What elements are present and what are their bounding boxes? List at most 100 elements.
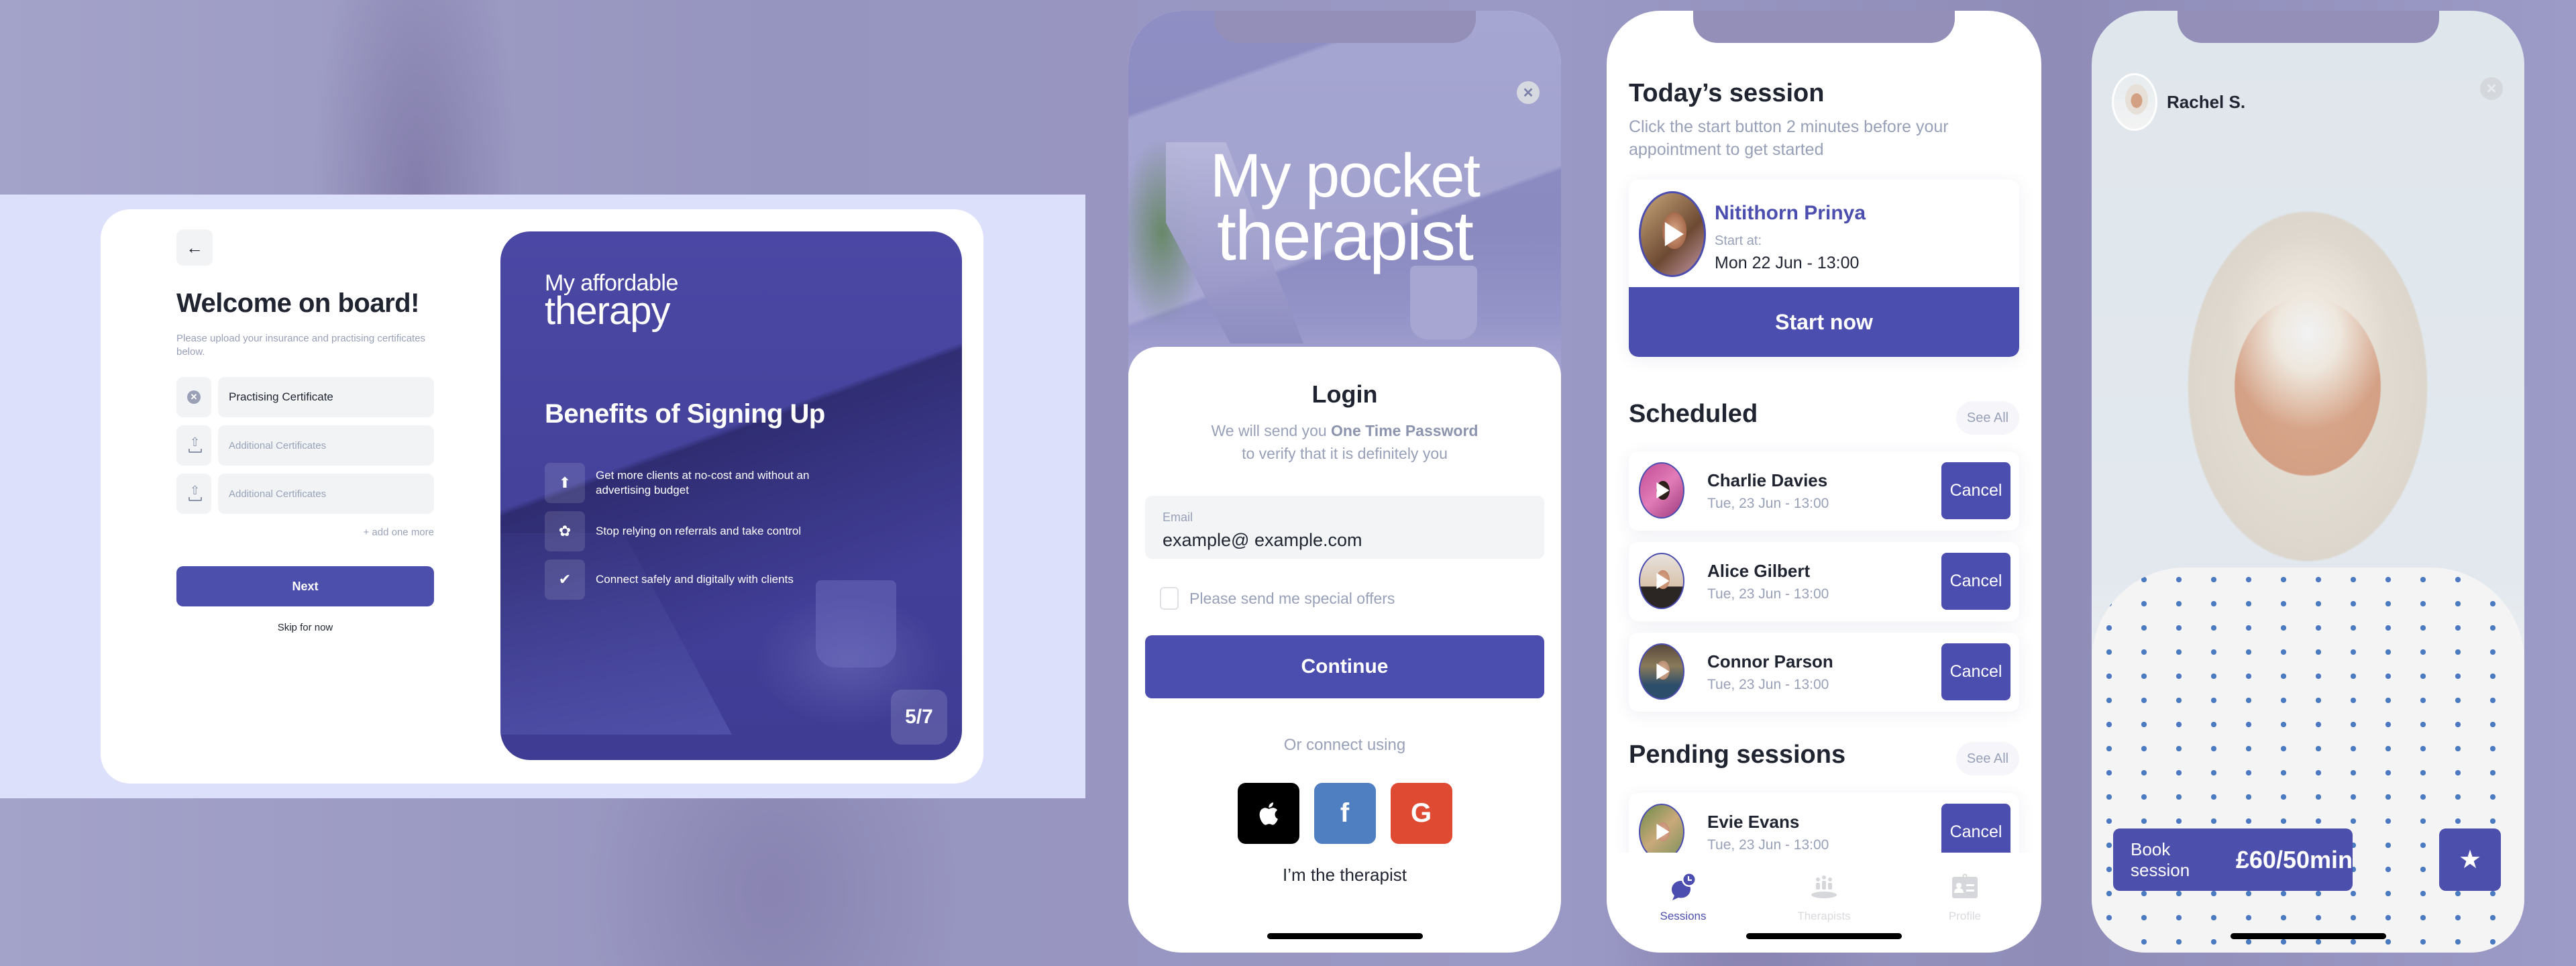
tab-therapists[interactable]: Therapists [1777, 871, 1871, 923]
email-field-container: Email [1145, 496, 1544, 559]
connect-label: Or connect using [1283, 736, 1406, 754]
apple-login-button[interactable] [1237, 783, 1299, 844]
profile-header: Rachel S. [2112, 73, 2245, 131]
close-button[interactable]: ✕ [2480, 77, 2503, 100]
cancel-button[interactable]: Cancel [1941, 643, 2010, 700]
sessions-phone: Today’s session Click the start button 2… [1607, 11, 2041, 953]
session-row: Connor Parson Tue, 23 Jun - 13:00 Cancel [1629, 633, 2019, 712]
session-time: Tue, 23 Jun - 13:00 [1707, 677, 1829, 692]
certificate-field[interactable]: Practising Certificate [218, 377, 434, 417]
continue-button[interactable]: Continue [1145, 635, 1544, 698]
avatar[interactable] [1639, 462, 1684, 519]
play-icon [1656, 482, 1670, 498]
tab-profile[interactable]: Profile [1918, 871, 2012, 923]
special-offers-label: Please send me special offers [1189, 589, 1395, 607]
see-all-pending-button[interactable]: See All [1956, 742, 2019, 775]
skip-link[interactable]: Skip for now [176, 622, 434, 633]
subtitle-text: We will send you [1211, 422, 1332, 439]
apple-icon [1259, 802, 1278, 825]
google-login-button[interactable]: G [1390, 783, 1452, 844]
login-sheet: Login We will send you One Time Password… [1128, 347, 1561, 953]
facebook-login-button[interactable]: f [1313, 783, 1376, 844]
upload-certificate-button[interactable] [176, 425, 211, 466]
benefit-text: Get more clients at no-cost and without … [596, 469, 810, 496]
today-subtitle: Click the start button 2 minutes before … [1629, 117, 1949, 159]
cancel-button[interactable]: Cancel [1941, 462, 2010, 519]
brand-logo: My affordable therapy [545, 272, 678, 331]
benefit-text: Connect safely and digitally with client… [596, 573, 794, 586]
session-price: £60/50min [2235, 845, 2353, 873]
client-name: Connor Parson [1707, 651, 1833, 672]
profile-phone: Rachel S. ✕ Book session £60/50min ★ [2092, 11, 2524, 953]
phone-notch [2177, 11, 2439, 43]
client-name: Evie Evans [1707, 812, 1800, 832]
benefit-item: ⬆ Get more clients at no-cost and withou… [545, 463, 837, 503]
upload-icon [189, 484, 202, 501]
phone-notch [1693, 11, 1955, 43]
special-offers-option[interactable]: Please send me special offers [1160, 587, 1395, 610]
subtitle-text: to verify that it is definitely you [1242, 445, 1448, 462]
play-icon [1656, 663, 1670, 680]
certificate-row: Additional Certificates [176, 474, 434, 514]
play-icon [1656, 824, 1670, 840]
therapist-login-link[interactable]: I’m the therapist [1128, 865, 1561, 885]
star-icon: ★ [2458, 846, 2482, 874]
certificate-row: Additional Certificates [176, 425, 434, 466]
chat-clock-icon [1672, 872, 1697, 900]
book-label: Book session [2131, 839, 2190, 880]
close-button[interactable]: ✕ [1517, 81, 1540, 104]
remove-circle-icon: ✕ [187, 390, 201, 404]
tab-label: Therapists [1797, 910, 1851, 922]
login-phone: ✕ My pocket therapist Login We will send… [1128, 11, 1561, 953]
id-badge-icon [1952, 873, 1978, 898]
login-title: Login [1311, 380, 1378, 408]
today-title: Today’s session [1629, 79, 1825, 107]
play-icon [1664, 222, 1684, 246]
start-now-button[interactable]: Start now [1629, 287, 2019, 357]
home-indicator [1746, 933, 1902, 939]
certificate-row: ✕ Practising Certificate [176, 377, 434, 417]
close-icon: ✕ [1522, 85, 1534, 101]
next-button[interactable]: Next [176, 566, 434, 606]
avatar[interactable] [1639, 643, 1684, 700]
onboarding-card: ← Welcome on board! Please upload your i… [101, 209, 983, 784]
home-indicator [2230, 933, 2386, 939]
therapist-name: Rachel S. [2167, 91, 2246, 112]
cancel-button[interactable]: Cancel [1941, 553, 2010, 610]
see-all-scheduled-button[interactable]: See All [1956, 401, 2019, 435]
client-name: Nitithorn Prinya [1715, 202, 1866, 224]
email-label: Email [1163, 511, 1193, 524]
back-button[interactable]: ← [176, 229, 213, 266]
subtitle-emphasis: One Time Password [1331, 422, 1479, 439]
session-time: Tue, 23 Jun - 13:00 [1707, 837, 1829, 853]
email-input[interactable] [1163, 530, 1527, 551]
start-label: Start at: [1715, 233, 1762, 248]
page-subtitle: Please upload your insurance and practis… [176, 333, 426, 358]
facebook-icon: f [1340, 798, 1350, 828]
avatar[interactable] [1639, 804, 1684, 860]
session-time: Mon 22 Jun - 13:00 [1715, 254, 1860, 272]
shield-check-icon: ✔ [545, 559, 585, 600]
avatar [2112, 73, 2157, 131]
pending-title: Pending sessions [1629, 741, 1846, 769]
social-login-row: f G [1128, 783, 1561, 844]
certificate-field[interactable]: Additional Certificates [218, 474, 434, 514]
upload-certificate-button[interactable] [176, 474, 211, 514]
google-icon: G [1410, 798, 1432, 828]
tab-label: Profile [1948, 910, 1982, 922]
book-session-button[interactable]: Book session £60/50min [2113, 828, 2353, 891]
brand-line-2: therapist [1217, 197, 1474, 275]
avatar[interactable] [1639, 191, 1706, 277]
upload-icon [189, 435, 202, 453]
special-offers-checkbox[interactable] [1160, 587, 1179, 610]
add-certificate-link[interactable]: + add one more [364, 527, 435, 538]
arrow-left-icon: ← [186, 237, 203, 258]
tab-sessions[interactable]: Sessions [1636, 871, 1730, 923]
today-session-card: Nitithorn Prinya Start at: Mon 22 Jun - … [1629, 180, 2019, 357]
brand-line-2: therapy [545, 289, 670, 333]
remove-certificate-button[interactable]: ✕ [176, 377, 211, 417]
login-subtitle: We will send you One Time Password to ve… [1128, 419, 1561, 465]
avatar[interactable] [1639, 553, 1684, 609]
certificate-field[interactable]: Additional Certificates [218, 425, 434, 466]
favorite-button[interactable]: ★ [2439, 828, 2501, 891]
